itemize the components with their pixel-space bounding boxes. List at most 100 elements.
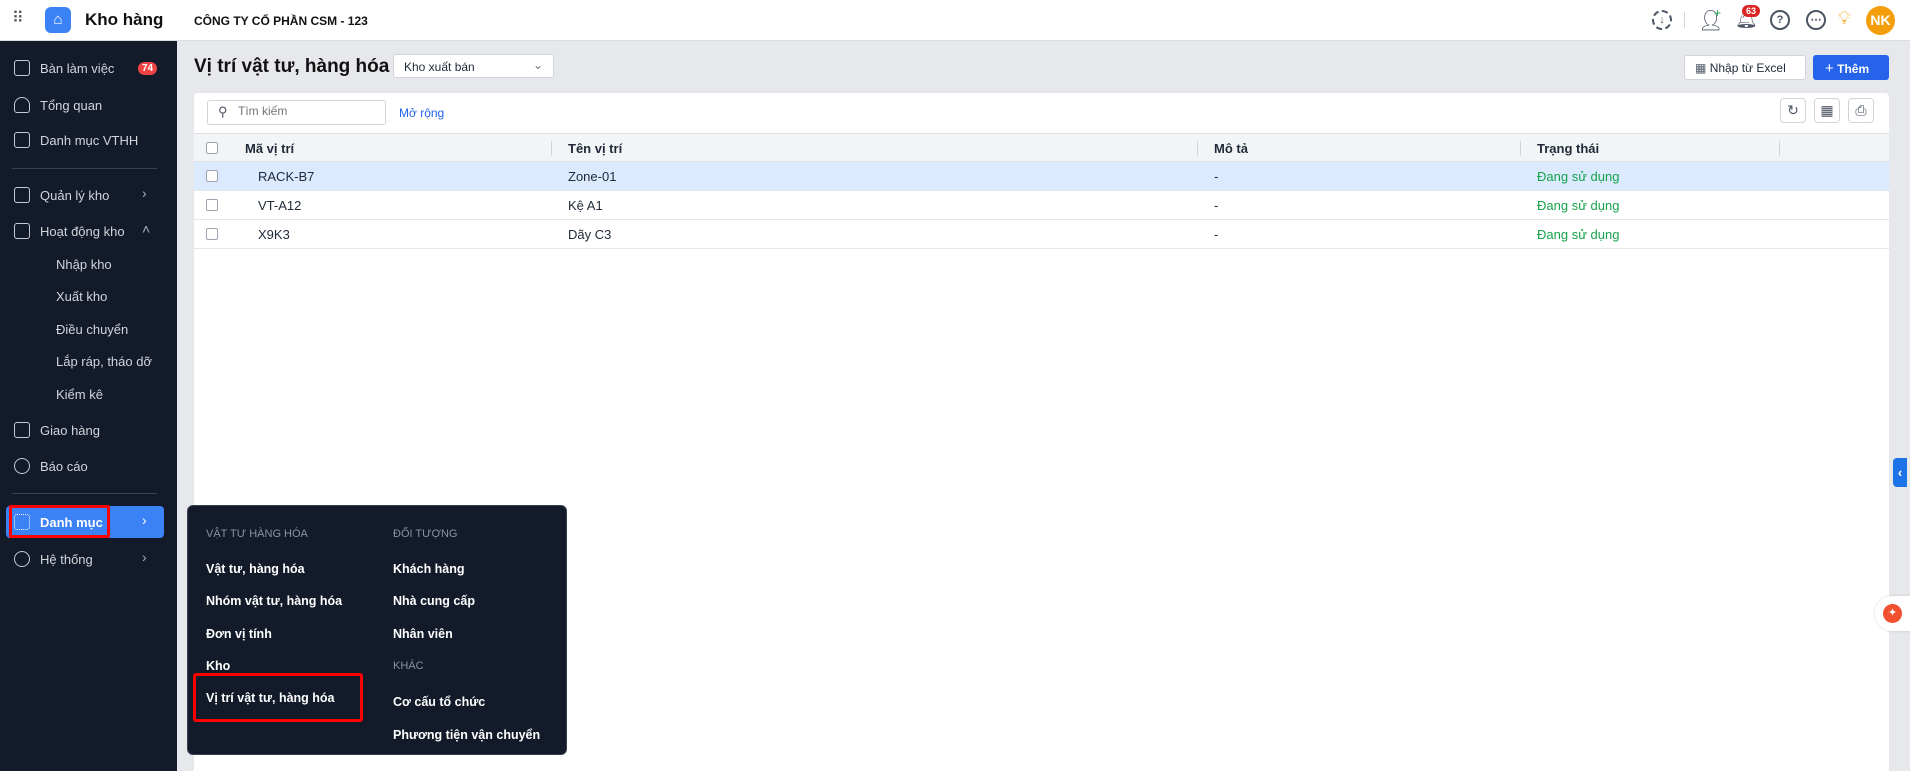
help-icon[interactable]: ? xyxy=(1770,10,1790,30)
table-import-icon: ▦ xyxy=(1695,61,1707,75)
add-button-label: Thêm xyxy=(1837,62,1870,76)
menu-section-header: KHÁC xyxy=(393,660,424,672)
row-checkbox[interactable] xyxy=(206,199,218,211)
search-input[interactable] xyxy=(238,104,378,118)
cell-status: Đang sử dụng xyxy=(1537,227,1620,242)
column-divider[interactable] xyxy=(551,141,552,156)
menu-item-customers[interactable]: Khách hàng xyxy=(393,562,465,576)
menu-item-units[interactable]: Đơn vị tính xyxy=(206,627,272,641)
sidebar: Bàn làm việc 74 Tổng quan Danh mục VTHH … xyxy=(0,41,177,771)
warehouse-select[interactable]: Kho xuất bán ⌄ xyxy=(393,54,554,78)
cell-name: Zone-01 xyxy=(568,169,617,184)
refresh-button[interactable]: ↻ xyxy=(1780,98,1806,123)
print-button[interactable]: ⎙ xyxy=(1848,98,1874,123)
sidebar-subitem-export[interactable]: Xuất kho xyxy=(56,289,107,304)
column-header-description[interactable]: Mô tả xyxy=(1214,141,1248,156)
sidebar-item-label: Tổng quan xyxy=(40,97,103,113)
highlight-box xyxy=(193,673,363,722)
search-icon: ⚲ xyxy=(218,104,228,119)
app-grid-icon[interactable]: ⠿ xyxy=(12,11,28,28)
app-title: Kho hàng xyxy=(85,10,164,29)
sidebar-subitem-inventory[interactable]: Kiểm kê xyxy=(56,387,103,402)
menu-item-vehicles[interactable]: Phương tiện vận chuyển xyxy=(393,728,540,742)
plus-icon: + xyxy=(1825,60,1834,77)
column-divider[interactable] xyxy=(1197,141,1198,156)
download-icon[interactable]: ↓ xyxy=(1652,10,1672,30)
warehouse-icon xyxy=(14,187,30,203)
sidebar-subitem-import[interactable]: Nhập kho xyxy=(56,257,112,272)
chevron-up-icon: ˄ xyxy=(142,221,151,237)
add-button[interactable]: + Thêm xyxy=(1813,55,1889,80)
sidebar-divider xyxy=(12,493,157,494)
import-excel-button[interactable]: ▦ Nhập từ Excel xyxy=(1684,55,1806,80)
sparkle-icon: ✦ xyxy=(1883,604,1902,623)
avatar[interactable]: NK xyxy=(1866,6,1895,35)
sidebar-divider xyxy=(12,168,157,169)
sidebar-item-delivery[interactable]: Giao hàng xyxy=(14,422,100,438)
header-divider xyxy=(1684,12,1685,28)
sidebar-item-label: Báo cáo xyxy=(40,458,88,474)
table-row[interactable]: X9K3 Dãy C3 - Đang sử dụng xyxy=(194,220,1889,249)
column-header-code[interactable]: Mã vị trí xyxy=(245,141,294,156)
add-user-icon[interactable]: 👤︎ + xyxy=(1698,6,1723,33)
menu-item-org-structure[interactable]: Cơ cấu tổ chức xyxy=(393,695,485,709)
cell-code: VT-A12 xyxy=(258,198,302,213)
sidebar-item-label: Giao hàng xyxy=(40,422,100,438)
sidebar-item-workspace[interactable]: Bàn làm việc xyxy=(14,60,114,76)
column-header-status[interactable]: Trạng thái xyxy=(1537,141,1599,156)
sidebar-item-label: Danh mục VTHH xyxy=(40,132,139,148)
import-excel-label: Nhập từ Excel xyxy=(1709,61,1786,75)
menu-item-employees[interactable]: Nhân viên xyxy=(393,627,453,641)
catalog-flyout-menu: VẬT TƯ HÀNG HÓA Vật tư, hàng hóa Nhóm vậ… xyxy=(187,505,567,755)
chevron-right-icon: › xyxy=(142,549,147,565)
collapse-panel-tab[interactable]: ‹ xyxy=(1893,458,1907,487)
sidebar-subitem-transfer[interactable]: Điều chuyển xyxy=(56,322,128,337)
workspace-icon xyxy=(14,60,30,76)
row-checkbox[interactable] xyxy=(206,228,218,240)
cell-description: - xyxy=(1214,227,1219,242)
sidebar-subitem-assembly[interactable]: Lắp ráp, tháo dỡ xyxy=(56,354,152,369)
column-divider[interactable] xyxy=(1779,141,1780,156)
sidebar-item-overview[interactable]: Tổng quan xyxy=(14,97,102,113)
select-all-checkbox[interactable] xyxy=(206,142,218,154)
expand-link[interactable]: Mở rộng xyxy=(399,106,444,120)
menu-item-material-groups[interactable]: Nhóm vật tư, hàng hóa xyxy=(206,594,342,608)
notification-badge: 63 xyxy=(1742,5,1761,17)
table-row[interactable]: VT-A12 Kệ A1 - Đang sử dụng xyxy=(194,191,1889,220)
chevron-right-icon: › xyxy=(142,512,147,528)
sidebar-item-system[interactable]: Hệ thống xyxy=(14,551,93,567)
more-icon[interactable]: ⋯ xyxy=(1806,10,1826,30)
menu-item-suppliers[interactable]: Nhà cung cấp xyxy=(393,594,475,608)
warehouse-select-value: Kho xuất bán xyxy=(404,60,475,74)
row-checkbox[interactable] xyxy=(206,170,218,182)
column-divider[interactable] xyxy=(1520,141,1521,156)
table-header: Mã vị trí Tên vị trí Mô tả Trạng thái xyxy=(194,133,1889,162)
column-settings-button[interactable]: ▦ xyxy=(1814,98,1840,123)
box-icon xyxy=(14,132,30,148)
cell-description: - xyxy=(1214,169,1219,184)
chevron-down-icon: ⌄ xyxy=(532,58,543,72)
cell-description: - xyxy=(1214,198,1219,213)
gear-icon xyxy=(14,551,30,567)
cell-code: RACK-B7 xyxy=(258,169,315,184)
ai-assistant-button[interactable]: ✦ xyxy=(1875,596,1910,631)
truck-icon xyxy=(14,422,30,438)
sidebar-item-catalog-vthh[interactable]: Danh mục VTHH xyxy=(14,132,138,148)
column-header-name[interactable]: Tên vị trí xyxy=(568,141,622,156)
sidebar-item-warehouse-management[interactable]: Quản lý kho xyxy=(14,187,109,203)
sidebar-item-warehouse-activity[interactable]: Hoạt động kho xyxy=(14,223,125,239)
menu-item-materials[interactable]: Vật tư, hàng hóa xyxy=(206,562,305,576)
chevron-right-icon: › xyxy=(142,185,147,201)
search-box[interactable]: ⚲ xyxy=(207,100,386,125)
sidebar-item-label: Quản lý kho xyxy=(40,187,110,203)
pie-chart-icon xyxy=(14,458,30,474)
menu-item-warehouse[interactable]: Kho xyxy=(206,659,230,673)
home-icon xyxy=(14,97,30,113)
lightbulb-icon[interactable]: 💡︎ xyxy=(1838,8,1851,29)
sidebar-item-reports[interactable]: Báo cáo xyxy=(14,458,88,474)
cell-code: X9K3 xyxy=(258,227,290,242)
cell-status: Đang sử dụng xyxy=(1537,169,1620,184)
sidebar-item-label: Hệ thống xyxy=(40,551,93,567)
cell-name: Dãy C3 xyxy=(568,227,612,242)
table-row[interactable]: RACK-B7 Zone-01 - Đang sử dụng xyxy=(194,162,1889,191)
